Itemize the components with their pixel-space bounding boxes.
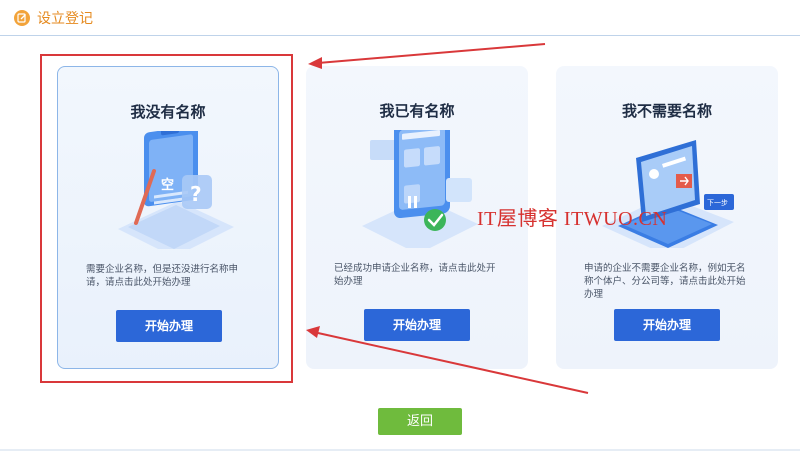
registration-page: 设立登记 我没有名称 空 ? 需要企业名称，但是还没进行名称申请，请点击此处开始… (0, 0, 800, 451)
card-title: 我已有名称 (379, 102, 455, 120)
start-button-no-name-needed[interactable]: 开始办理 (614, 309, 720, 341)
card-description: 申请的企业不需要企业名称，例如无名称个体户、分公司等，请点击此处开始办理 (584, 263, 746, 300)
card-description: 已经成功申请企业名称，请点击此处开始办理 (334, 263, 496, 287)
edit-icon (14, 10, 30, 26)
back-button[interactable]: 返回 (378, 408, 462, 435)
watermark-text: IT屋博客 ITWUO.CN (477, 208, 668, 230)
page-header: 设立登记 (0, 0, 800, 36)
svg-text:下一步: 下一步 (707, 199, 728, 207)
page-title: 设立登记 (37, 11, 93, 27)
start-button-has-name[interactable]: 开始办理 (364, 309, 470, 341)
card-title: 我不需要名称 (621, 102, 712, 120)
highlight-box (40, 54, 293, 383)
